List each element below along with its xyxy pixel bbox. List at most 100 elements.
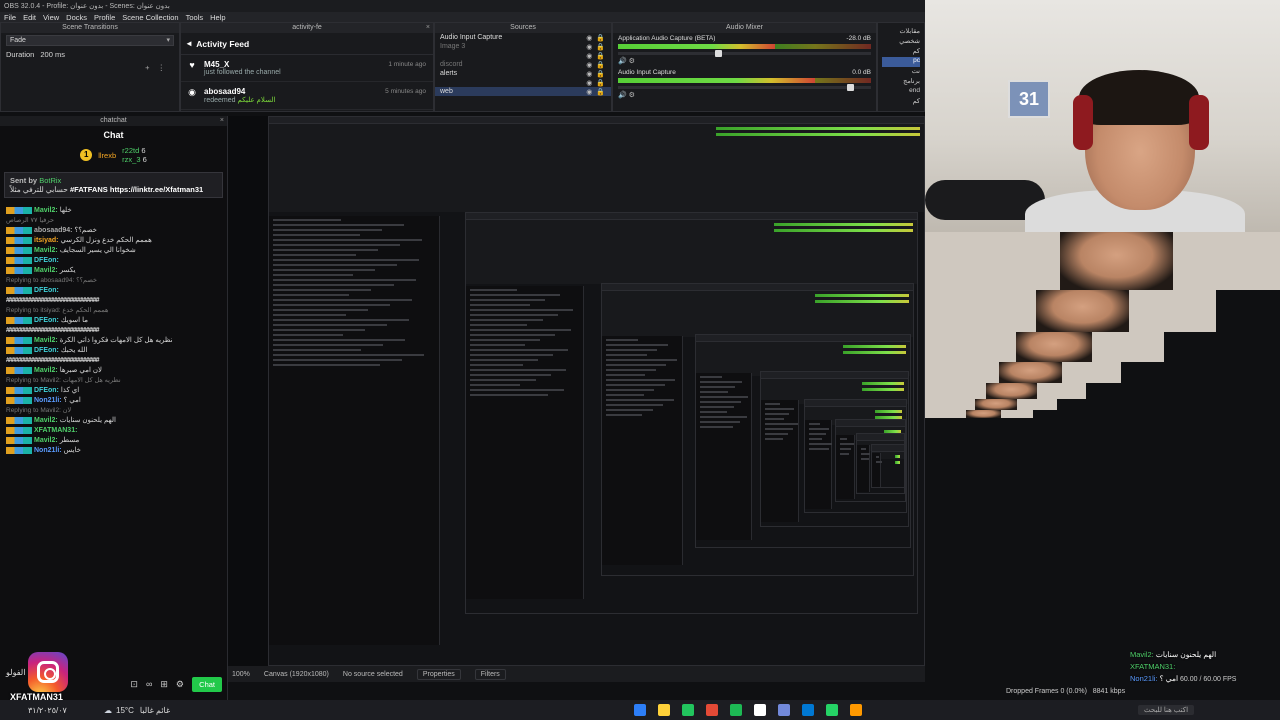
status-bar: 100% Canvas (1920x1080) No source select… [228, 666, 925, 682]
taskbar-app-icon[interactable] [802, 704, 814, 716]
menu-docks[interactable]: Docks [66, 13, 87, 22]
visibility-icon[interactable]: ◉ 🔒 [586, 88, 606, 96]
chat-send-button[interactable]: Chat [192, 677, 222, 692]
menu-scene-collection[interactable]: Scene Collection [122, 13, 178, 22]
menu-view[interactable]: View [43, 13, 59, 22]
nested-chat-line [809, 443, 832, 446]
close-icon[interactable]: × [426, 23, 430, 33]
speaker-icon[interactable]: 🔊 [618, 92, 627, 99]
grid-icon[interactable]: ⊞ [160, 679, 168, 690]
volume-slider[interactable] [618, 84, 871, 91]
scene-item[interactable]: نت [882, 67, 920, 77]
scene-item[interactable]: مقابلات [882, 27, 920, 37]
visibility-icon[interactable]: ◉ 🔒 [586, 43, 606, 51]
gear-icon[interactable]: ⚙ [629, 58, 635, 65]
volume-handle[interactable] [846, 84, 854, 91]
chat-username[interactable]: Mavil2: [34, 247, 58, 254]
visibility-icon[interactable]: ◉ 🔒 [586, 79, 606, 87]
scene-item[interactable]: برنامج [882, 77, 920, 87]
volume-handle[interactable] [715, 50, 723, 57]
settings-icon[interactable]: ⋮ [158, 63, 166, 72]
nested-meter [884, 429, 902, 433]
chat-username[interactable]: DFEon: [34, 317, 59, 324]
source-item[interactable]: discord ◉ 🔒 [435, 60, 611, 69]
menu-edit[interactable]: Edit [23, 13, 36, 22]
menu-tools[interactable]: Tools [186, 13, 204, 22]
chat-username[interactable]: DFEon: [34, 347, 59, 354]
visibility-icon[interactable]: ◉ 🔒 [586, 34, 606, 42]
chat-username[interactable]: Mavil2: [34, 267, 58, 274]
weather-icon[interactable]: ☁ [104, 706, 112, 715]
chat-message: DFEon: الله يحبك [6, 346, 221, 356]
scene-item[interactable]: كم [882, 47, 920, 57]
chat-username[interactable]: itsiyad: [34, 237, 59, 244]
chat-username[interactable]: abosaad94: [34, 227, 73, 234]
close-icon[interactable]: × [220, 116, 224, 126]
menu-file[interactable]: File [4, 13, 16, 22]
properties-button[interactable]: Properties [416, 668, 461, 680]
chat-text: ################################ [6, 297, 100, 304]
taskbar-app-icon[interactable] [850, 704, 862, 716]
zoom-level[interactable]: 100% [232, 671, 250, 678]
taskbar-app-icon[interactable] [634, 704, 646, 716]
speaker-icon[interactable]: 🔊 [618, 58, 627, 65]
chat-username[interactable]: Mavil2: [34, 417, 58, 424]
nested-chat-line [273, 344, 384, 346]
source-item[interactable]: ◉ 🔒 [435, 78, 611, 87]
scene-item[interactable]: شخصي [882, 37, 920, 47]
scene-item[interactable]: كم [882, 97, 920, 107]
collapse-icon[interactable]: ◂ [187, 38, 191, 49]
pinned-message[interactable]: Sent by BotRix حسابي للترفي مثلاً #FATFA… [4, 172, 223, 198]
chat-username[interactable]: Mavil2: [34, 437, 58, 444]
menu-help[interactable]: Help [210, 13, 225, 22]
activity-item: ♥ M45_X just followed the channel 1 minut… [181, 55, 433, 82]
add-icon[interactable]: + [145, 63, 149, 72]
scene-item-active[interactable]: pc [882, 57, 920, 67]
chat-username[interactable]: Mavil2: [34, 207, 58, 214]
gear-icon[interactable]: ⚙ [176, 679, 184, 690]
nested-chat-line [840, 447, 852, 450]
visibility-icon[interactable]: ◉ 🔒 [586, 61, 606, 69]
duration-field[interactable]: 200 ms [40, 50, 65, 59]
taskbar-app-icon[interactable] [730, 704, 742, 716]
chat-username[interactable]: XFATMAN31: [34, 427, 77, 434]
visibility-icon[interactable]: ◉ 🔒 [586, 52, 606, 60]
volume-slider[interactable] [618, 50, 871, 57]
chat-username[interactable]: DFEon: [34, 257, 59, 264]
chat-username[interactable]: Mavil2: [34, 367, 58, 374]
gift-icon[interactable]: ⊡ [130, 679, 138, 690]
scene-item[interactable]: end [882, 87, 920, 97]
source-item[interactable]: Audio Input Capture ◉ 🔒 [435, 33, 611, 42]
taskbar-app-icon[interactable] [778, 704, 790, 716]
taskbar-date[interactable]: ٣١/٢٠٢٥/٠٧ [28, 706, 67, 715]
leader-name: r22td [122, 146, 140, 155]
source-item[interactable]: ◉ 🔒 [435, 51, 611, 60]
transition-select[interactable]: Fade ▾ [6, 35, 174, 46]
chat-username[interactable]: Non21li: [34, 447, 62, 454]
visibility-icon[interactable]: ◉ 🔒 [586, 70, 606, 78]
pinned-link[interactable]: https://linktr.ee/Xfatman31 [110, 185, 203, 194]
leader-count: 6 [141, 146, 146, 155]
weather-temp[interactable]: 15°C [116, 706, 134, 715]
preview-canvas[interactable] [228, 116, 925, 666]
infinity-icon[interactable]: ∞ [146, 679, 152, 690]
nested-title-bar [760, 372, 908, 380]
source-item[interactable]: alerts ◉ 🔒 [435, 69, 611, 78]
chat-username[interactable]: DFEon: [34, 387, 59, 394]
taskbar-app-icon[interactable] [706, 704, 718, 716]
taskbar-app-icon[interactable] [826, 704, 838, 716]
taskbar-app-icon[interactable] [658, 704, 670, 716]
source-item[interactable]: Image 3 ◉ 🔒 [435, 42, 611, 51]
taskbar-app-icon[interactable] [682, 704, 694, 716]
gear-icon[interactable]: ⚙ [629, 92, 635, 99]
search-input[interactable]: اكتب هنا للبحث [1138, 705, 1195, 715]
menu-profile[interactable]: Profile [94, 13, 115, 22]
chat-username[interactable]: Mavil2: [34, 337, 58, 344]
mixer-channel: Audio Input Capture 0.0 dB 🔊 ⚙ [613, 67, 876, 101]
chat-username[interactable]: DFEon: [34, 287, 59, 294]
filters-button[interactable]: Filters [474, 668, 506, 680]
taskbar-app-icon[interactable] [754, 704, 766, 716]
source-item[interactable]: web ◉ 🔒 [435, 87, 611, 96]
weather-label[interactable]: غائم غالبا [140, 706, 170, 715]
chat-username[interactable]: Non21li: [34, 397, 62, 404]
